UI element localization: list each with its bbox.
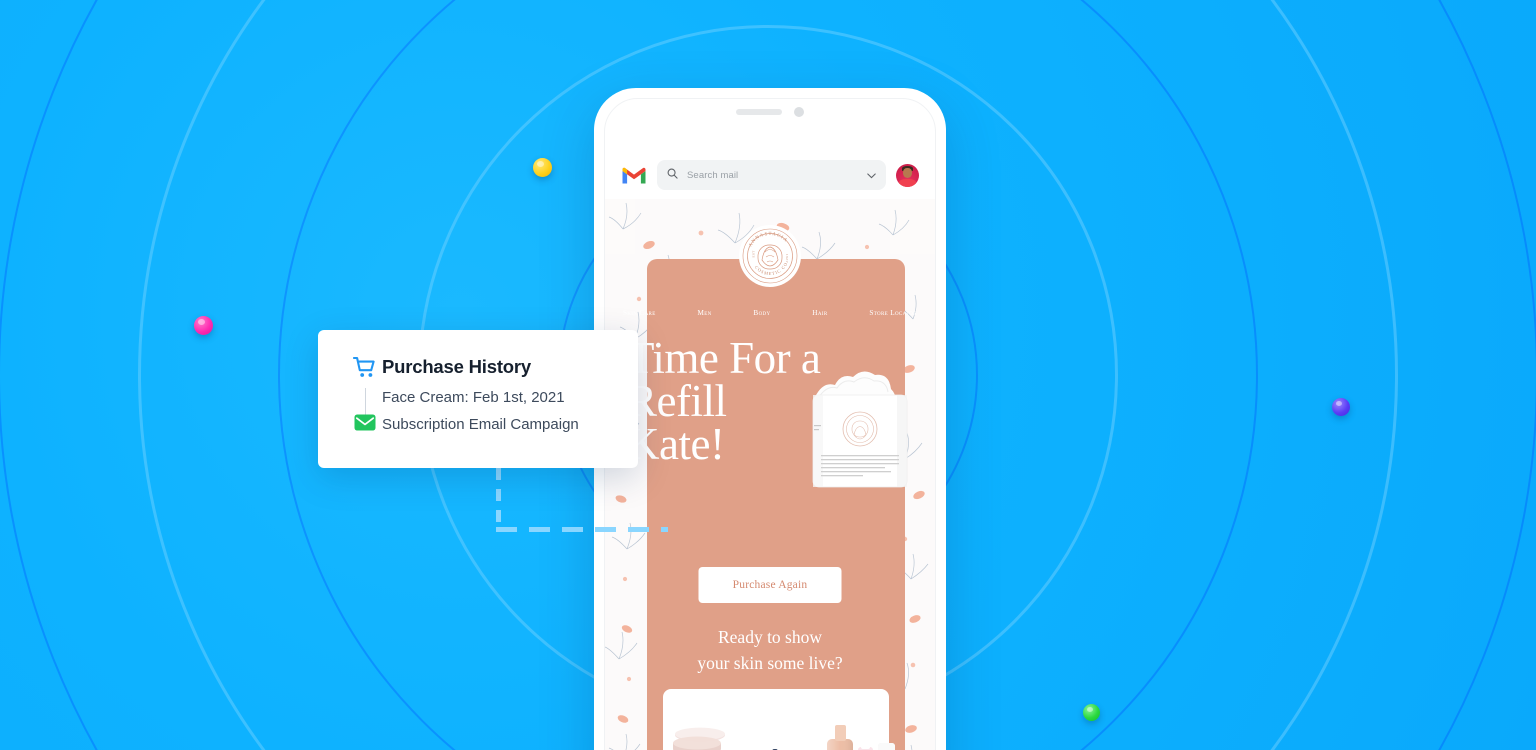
search-placeholder: Search mail [687,169,739,181]
svg-text:1921: 1921 [785,254,789,262]
shopping-cart-icon [348,356,382,378]
nav-item-body[interactable]: Body [753,309,770,317]
avatar-face [902,167,913,178]
svg-text:EST: EST [752,250,756,257]
product-group-skincare-bottles[interactable]: Glossier [823,717,903,750]
purple-dot [1332,398,1350,416]
card-detail-text: Face Cream: Feb 1st, 2021 [382,389,565,406]
chevron-down-icon[interactable] [867,166,876,184]
yellow-dot [533,158,552,177]
phone-screen: Search mail ANNASTACIA COSMETIC CO. EST … [604,98,936,750]
phone-notch [694,99,846,125]
brand-logo-badge: ANNASTACIA COSMETIC CO. EST 1921 [739,225,801,287]
front-camera [794,107,804,117]
product-group-makeup-assortment[interactable] [731,717,823,750]
speaker-bar [736,109,782,115]
gmail-m-logo[interactable] [621,165,647,185]
purchase-history-card: Purchase History Face Cream: Feb 1st, 20… [318,330,638,468]
gmail-toolbar: Search mail [605,151,935,199]
nav-item-men[interactable]: Men [697,309,711,317]
envelope-icon [348,414,382,431]
email-body: ANNASTACIA COSMETIC CO. EST 1921 Skin Ca… [605,199,935,750]
avatar-body [899,178,916,187]
card-title: Purchase History [382,356,531,377]
search-input[interactable]: Search mail [657,160,886,190]
email-nav: Skin Care Men Body Hair Store Locator [605,309,935,317]
card-campaign-row: Subscription Email Campaign [348,414,616,432]
phone-mockup: Search mail ANNASTACIA COSMETIC CO. EST … [594,88,946,750]
pink-dot [194,316,213,335]
purchase-again-button[interactable]: Purchase Again [698,567,842,603]
search-icon [667,166,678,184]
card-campaign-text: Subscription Email Campaign [382,416,579,433]
dashed-connector-vertical [496,468,501,532]
cream-jar-product-image [812,371,908,488]
product-group-powder-compact-stack[interactable] [669,717,731,750]
user-avatar[interactable] [896,163,919,187]
email-subheading: Ready to show your skin some live? [605,624,935,677]
product-showcase-card: Glossier [663,689,895,750]
nav-item-store-locator[interactable]: Store Locator [869,309,917,317]
subheading-line-2: your skin some live? [697,653,843,674]
nav-item-skin-care[interactable]: Skin Care [623,309,656,317]
nav-item-hair[interactable]: Hair [812,309,827,317]
dashed-connector-horizontal [496,527,668,532]
green-dot [1083,704,1100,721]
subheading-line-1: Ready to show [717,627,823,647]
card-title-row: Purchase History [348,356,616,378]
